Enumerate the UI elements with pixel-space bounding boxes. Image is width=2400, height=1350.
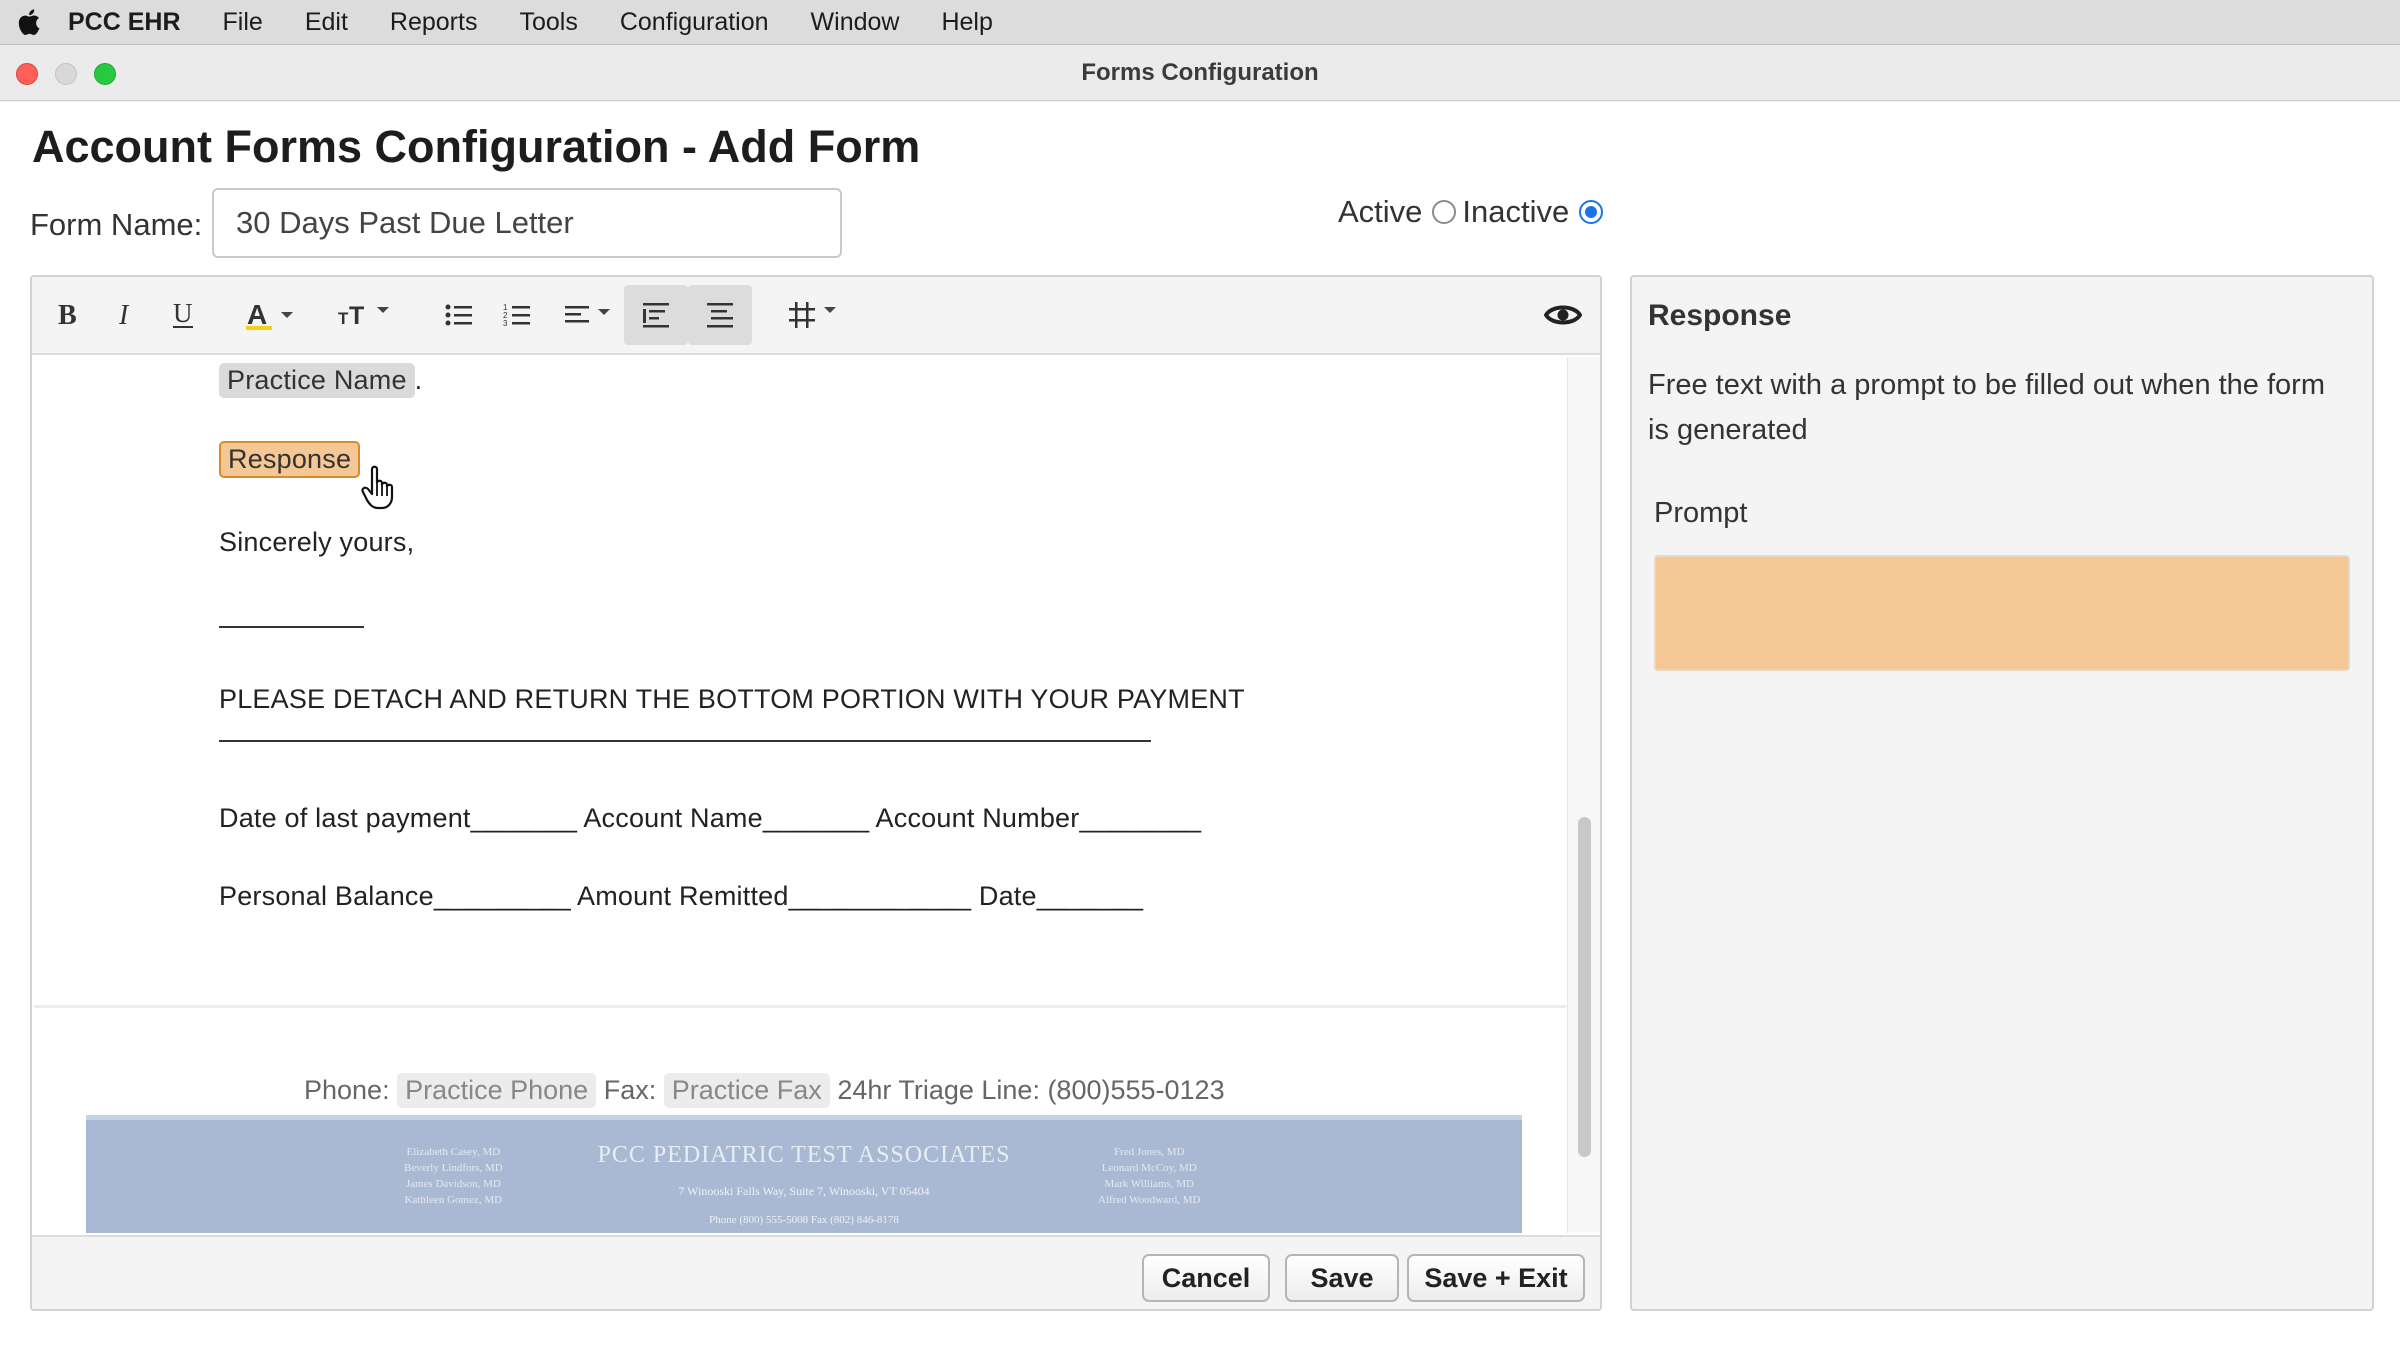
underline-icon[interactable]: U [162,285,204,345]
forms-configuration-window: Forms Configuration Account Forms Config… [0,44,2400,1350]
cancel-button[interactable]: Cancel [1142,1254,1270,1302]
practice-name-token[interactable]: Practice Name [219,363,415,398]
save-exit-button[interactable]: Save + Exit [1407,1254,1585,1302]
closing-text: Sincerely yours, [219,527,415,557]
menu-help[interactable]: Help [941,8,992,37]
field-properties-panel: Response Free text with a prompt to be f… [1630,275,2374,1311]
numbered-list-icon[interactable]: 123 [492,285,542,345]
menu-edit[interactable]: Edit [305,8,348,37]
menu-configuration[interactable]: Configuration [620,8,769,37]
apple-icon[interactable] [6,0,50,44]
table-icon[interactable] [778,285,844,345]
save-button[interactable]: Save [1285,1254,1399,1302]
letterhead-doctor: Fred Jones, MD [1113,1146,1185,1158]
editor-toolbar: B I U A TT 1 2 3 [32,277,1600,355]
letterhead-right-column: Fred Jones, MD Leonard McCoy, MD Mark Wi… [1098,1144,1200,1208]
panel-description: Free text with a prompt to be filled out… [1648,369,2325,446]
practice-name-suffix: . [414,365,423,395]
form-name-input[interactable] [212,188,842,258]
bold-icon[interactable]: B [46,285,88,345]
triage-line-text: 24hr Triage Line: (800)555-0123 [837,1075,1225,1105]
italic-icon[interactable]: I [104,285,146,345]
menu-file[interactable]: File [223,8,263,37]
phone-label: Phone: [304,1075,390,1105]
signature-line [219,626,364,628]
inactive-label: Inactive [1462,194,1570,229]
letterhead-doctor: Alfred Woodward, MD [1098,1194,1201,1206]
letterhead-doctor: Mark Williams, MD [1104,1178,1194,1190]
fax-label: Fax: [603,1075,657,1105]
active-label: Active [1338,194,1423,229]
letterhead-phone: Phone (800) 555-5008 Fax (802) 846-8178 [709,1214,899,1226]
practice-name-line: Practice Name. [219,363,422,398]
contact-footer: Phone: Practice Phone Fax: Practice Fax … [304,1073,1225,1108]
prompt-input[interactable] [1654,555,2350,671]
svg-text:U: U [173,300,193,328]
window-titlebar[interactable]: Forms Configuration [0,45,2400,101]
response-token[interactable]: Response [219,441,361,478]
response-line: Response [219,441,361,478]
panel-title: Response [1648,299,1792,332]
align-icon[interactable] [554,285,620,345]
svg-text:B: B [58,302,77,328]
menu-app-name[interactable]: PCC EHR [68,8,181,37]
letterhead-doctor: Leonard McCoy, MD [1101,1162,1197,1174]
indent-left-icon[interactable] [624,285,688,345]
practice-letterhead-image: Elizabeth Casey, MD Beverly Lindfors, MD… [86,1115,1522,1233]
menu-window[interactable]: Window [811,8,900,37]
svg-text:3: 3 [503,319,508,328]
editor-scrollbar[interactable] [1567,357,1600,1233]
menu-reports[interactable]: Reports [390,8,478,37]
page-title: Account Forms Configuration - Add Form [32,121,921,172]
status-radio-group: Active Inactive [1338,194,1609,230]
letterhead-address: 7 Winooski Falls Way, Suite 7, Winooski,… [678,1184,930,1198]
page-content: Account Forms Configuration - Add Form F… [0,102,2400,1350]
indent-right-icon[interactable] [688,285,752,345]
practice-fax-token[interactable]: Practice Fax [663,1073,830,1108]
editor-action-bar: Cancel Save Save + Exit [32,1235,1600,1309]
preview-eye-icon[interactable] [1540,285,1586,345]
font-size-icon[interactable]: TT [328,285,398,345]
svg-text:T: T [349,302,364,328]
highlight-color-icon[interactable]: A [230,285,306,345]
detach-instruction: PLEASE DETACH AND RETURN THE BOTTOM PORT… [219,684,1245,714]
practice-phone-token[interactable]: Practice Phone [397,1073,597,1108]
form-editor: B I U A TT 1 2 3 Practice Name . Respons… [30,275,1602,1311]
page-footer-separator [34,1005,1566,1008]
hand-cursor-icon [361,465,394,510]
document-body[interactable]: Practice Name. Response Sincerely yours,… [34,357,1566,1233]
detach-separator-line [219,740,1151,742]
editor-scrollbar-thumb[interactable] [1578,817,1591,1157]
letterhead-practice-name: PCC PEDIATRIC TEST ASSOCIATES [597,1142,1011,1168]
bullet-list-icon[interactable] [434,285,484,345]
prompt-label: Prompt [1654,497,1748,529]
payment-fields-line-2: Personal Balance_________ Amount Remitte… [219,881,1144,911]
menu-tools[interactable]: Tools [519,8,577,37]
form-name-label: Form Name: [30,207,203,242]
window-title: Forms Configuration [1081,59,1319,86]
svg-text:I: I [118,302,130,328]
svg-text:T: T [338,309,349,328]
menu-bar: PCC EHR File Edit Reports Tools Configur… [0,0,2400,44]
payment-fields-line-1: Date of last payment_______ Account Name… [219,803,1202,833]
svg-text:A: A [247,300,267,330]
active-radio[interactable] [1432,200,1457,224]
inactive-radio[interactable] [1579,200,1604,224]
